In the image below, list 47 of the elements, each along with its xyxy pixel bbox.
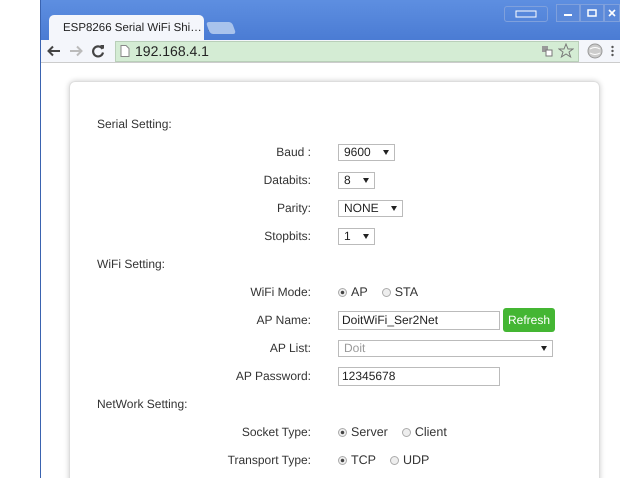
translate-icon[interactable] bbox=[541, 45, 553, 57]
caret-icon bbox=[362, 234, 369, 238]
new-tab-button[interactable] bbox=[206, 22, 236, 34]
caret-icon bbox=[362, 178, 369, 182]
field-label: AP List: bbox=[268, 341, 312, 355]
caret-icon bbox=[382, 150, 389, 154]
reload-icon[interactable] bbox=[91, 44, 105, 58]
section-heading: WiFi Setting: bbox=[97, 256, 166, 273]
dropdown[interactable]: 1 bbox=[338, 228, 375, 244]
section-heading: NetWork Setting: bbox=[97, 396, 188, 413]
dropdown[interactable]: 9600 bbox=[338, 144, 395, 160]
dropdown[interactable]: 8 bbox=[338, 172, 375, 188]
maximize-icon bbox=[587, 9, 597, 17]
back-icon[interactable] bbox=[47, 45, 61, 57]
radio-option[interactable]: TCP bbox=[338, 453, 376, 467]
keyboard-icon[interactable] bbox=[504, 6, 548, 22]
section-heading: Serial Setting: bbox=[97, 116, 173, 133]
page-icon bbox=[120, 45, 130, 57]
radio-option[interactable]: AP bbox=[338, 285, 368, 299]
radio-option[interactable]: UDP bbox=[390, 453, 430, 467]
tab-title: ESP8266 Serial WiFi Shi… bbox=[63, 22, 202, 34]
minimize-button[interactable] bbox=[556, 4, 580, 22]
text-field[interactable]: 12345678 bbox=[338, 366, 500, 386]
menu-icon[interactable] bbox=[611, 45, 614, 57]
field-label: Stopbits: bbox=[263, 229, 312, 243]
field-label: WiFi Mode: bbox=[249, 285, 312, 299]
field-label: Databits: bbox=[262, 173, 312, 187]
globe-icon[interactable] bbox=[587, 43, 603, 59]
maximize-button[interactable] bbox=[580, 4, 604, 22]
field-label: AP Name: bbox=[256, 313, 312, 327]
field-label: AP Password: bbox=[234, 369, 312, 383]
caret-icon bbox=[390, 206, 397, 210]
field-label: Parity: bbox=[276, 201, 312, 215]
caret-icon bbox=[541, 346, 547, 350]
url-text: 192.168.4.1 bbox=[135, 43, 209, 59]
dropdown[interactable]: NONE bbox=[338, 200, 403, 216]
close-button[interactable] bbox=[604, 4, 620, 22]
radio-option[interactable]: Server bbox=[338, 425, 388, 439]
text-field[interactable]: DoitWiFi_Ser2Net bbox=[338, 310, 500, 330]
field-label: Transport Type: bbox=[226, 453, 312, 467]
star-icon[interactable] bbox=[558, 43, 574, 59]
radio-option[interactable]: STA bbox=[382, 285, 418, 299]
field-label: Socket Type: bbox=[240, 425, 312, 439]
field-label: Baud : bbox=[275, 145, 312, 159]
address-bar[interactable]: 192.168.4.1 bbox=[115, 40, 579, 62]
close-icon bbox=[608, 9, 616, 17]
radio-option[interactable]: Client bbox=[402, 425, 447, 439]
